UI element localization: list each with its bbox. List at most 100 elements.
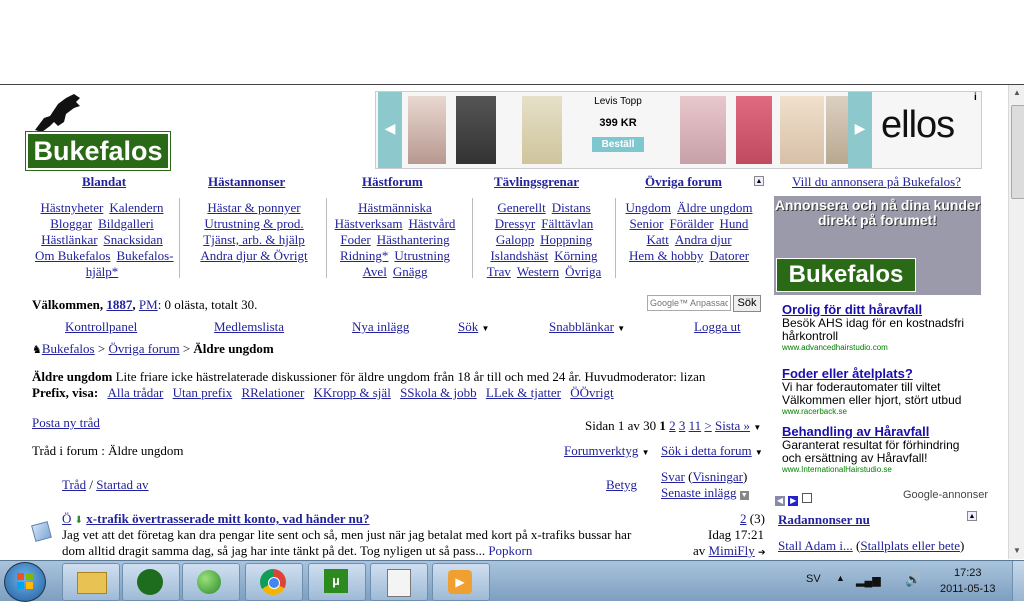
prefix-ovrigt[interactable]: ÖÖvrigt	[570, 385, 613, 400]
link-galopp[interactable]: Galopp	[496, 232, 534, 247]
nav-snabblankar[interactable]: Snabblänkar ▼	[549, 319, 625, 335]
link-om-bukefalos[interactable]: Om Bukefalos	[35, 248, 110, 263]
google-ad-title[interactable]: Foder eller åtelplats?	[782, 366, 982, 381]
link-snacksidan[interactable]: Snacksidan	[104, 232, 163, 247]
link-distans[interactable]: Distans	[552, 200, 591, 215]
ad-next-icon[interactable]: ▶	[848, 92, 872, 168]
ad-next-icon[interactable]: ▶	[788, 496, 799, 506]
link-western[interactable]: Western	[517, 264, 559, 279]
collapse-icon[interactable]: ▲	[754, 176, 764, 186]
link-andra-djur[interactable]: Andra djur	[675, 232, 732, 247]
breadcrumb-root[interactable]: Bukefalos	[42, 341, 95, 356]
link-hastnyheter[interactable]: Hästnyheter	[41, 200, 104, 215]
sort-replies[interactable]: Svar	[661, 469, 685, 484]
scroll-down-icon[interactable]: ▼	[1009, 543, 1024, 559]
page-2[interactable]: 2	[669, 418, 676, 433]
link-utrustning-prod[interactable]: Utrustning & prod.	[204, 216, 303, 231]
link-korning[interactable]: Körning	[554, 248, 597, 263]
ad-info-icon[interactable]: i	[974, 92, 977, 103]
sort-started[interactable]: Startad av	[96, 477, 148, 492]
link-aldre-ungdom[interactable]: Äldre ungdom	[677, 200, 752, 215]
prefix-skola[interactable]: SSkola & jobb	[400, 385, 477, 400]
page-11[interactable]: 11	[689, 418, 702, 433]
sort-desc-icon[interactable]: ▼	[739, 491, 749, 500]
ad-prev-icon[interactable]: ◀	[378, 92, 402, 168]
last-poster[interactable]: MimiFly	[709, 543, 755, 558]
link-bukefalos-hjalp-2[interactable]: hjälp*	[86, 264, 119, 279]
sort-last[interactable]: Senaste inlägg	[661, 485, 736, 500]
sidebar-ad[interactable]: Annonsera och nå dina kunder direkt på f…	[774, 196, 981, 295]
taskbar-notepad[interactable]	[370, 563, 428, 601]
show-hidden-icons[interactable]: ▲	[836, 573, 845, 583]
site-logo[interactable]: Bukefalos	[25, 131, 171, 171]
nav-sok[interactable]: Sök ▼	[458, 319, 489, 335]
page-last[interactable]: Sista »	[715, 418, 750, 433]
link-senior[interactable]: Senior	[630, 216, 664, 231]
search-input[interactable]	[647, 295, 731, 311]
go-last-icon[interactable]: ➔	[758, 547, 766, 557]
link-generellt[interactable]: Generellt	[497, 200, 545, 215]
nav-logga-ut[interactable]: Logga ut	[694, 319, 741, 335]
prefix-kropp[interactable]: KKropp & själ	[314, 385, 391, 400]
link-hastlankar[interactable]: Hästlänkar	[41, 232, 97, 247]
link-gnagg[interactable]: Gnägg	[393, 264, 428, 279]
radannonser-link[interactable]: Radannonser nu	[778, 512, 870, 528]
link-hastvard[interactable]: Hästvård	[408, 216, 455, 231]
link-hoppning[interactable]: Hoppning	[540, 232, 592, 247]
search-forum[interactable]: Sök i detta forum ▼	[661, 443, 763, 459]
google-ad-url[interactable]: www.InternationalHairstudio.se	[782, 465, 982, 474]
ad-buy-button[interactable]: Beställ	[591, 137, 645, 152]
advertise-link[interactable]: Vill du annonsera på Bukefalos?	[792, 174, 961, 190]
cat-header-blandat[interactable]: Blandat	[82, 174, 126, 190]
link-bildgalleri[interactable]: Bildgalleri	[98, 216, 154, 231]
link-foder[interactable]: Foder	[340, 232, 370, 247]
link-ungdom[interactable]: Ungdom	[626, 200, 672, 215]
link-avel[interactable]: Avel	[363, 264, 387, 279]
taskbar-utorrent[interactable]: µ	[308, 563, 366, 601]
search-button[interactable]: Sök	[733, 295, 761, 312]
ad-banner[interactable]: ◀ Levis Topp 399 KR Beställ ▶ ellos i	[375, 91, 982, 169]
link-andra-djur-ovrigt[interactable]: Andra djur & Övrigt	[200, 248, 307, 263]
google-ads-label[interactable]: Google-annonser	[903, 489, 988, 501]
forum-tools[interactable]: Forumverktyg ▼	[564, 443, 650, 459]
taskbar-spotify[interactable]	[122, 563, 180, 601]
link-ridning[interactable]: Ridning*	[340, 248, 388, 263]
nav-nya-inlagg[interactable]: Nya inlägg	[352, 319, 409, 335]
show-desktop-button[interactable]	[1012, 561, 1024, 601]
prefix-lek[interactable]: LLek & tjatter	[486, 385, 561, 400]
clock-time[interactable]: 17:23	[954, 567, 982, 579]
link-tjanst[interactable]: Tjänst, arb. & hjälp	[203, 232, 304, 247]
page-3[interactable]: 3	[679, 418, 686, 433]
nav-medlemslista[interactable]: Medlemslista	[214, 319, 284, 335]
link-dressyr[interactable]: Dressyr	[495, 216, 535, 231]
page-1[interactable]: 1	[659, 418, 666, 433]
link-hasthantering[interactable]: Hästhantering	[377, 232, 450, 247]
prefix-all[interactable]: Alla trådar	[107, 385, 163, 400]
cat-header-hastannonser[interactable]: Hästannonser	[208, 174, 285, 190]
stall-link[interactable]: Stall Adam i...	[778, 538, 853, 553]
vertical-scrollbar[interactable]: ▲ ▼	[1008, 85, 1024, 559]
link-foralder[interactable]: Förälder	[670, 216, 714, 231]
user-link[interactable]: 1887	[106, 297, 132, 312]
link-trav[interactable]: Trav	[487, 264, 511, 279]
start-button[interactable]	[4, 562, 46, 602]
pm-link[interactable]: PM	[139, 297, 158, 312]
ad-info-icon[interactable]	[801, 493, 812, 503]
cat-header-hastforum[interactable]: Hästforum	[362, 174, 423, 190]
google-ad-url[interactable]: www.racerback.se	[782, 407, 982, 416]
link-falttavlan[interactable]: Fälttävlan	[541, 216, 593, 231]
link-bukefalos-hjalp[interactable]: Bukefalos-	[116, 248, 173, 263]
google-ad-url[interactable]: www.advancedhairstudio.com	[782, 343, 982, 352]
thread-prefix[interactable]: Ö	[62, 511, 71, 526]
link-hastmanniska[interactable]: Hästmänniska	[358, 200, 432, 215]
volume-icon[interactable]: 🔊	[905, 572, 921, 588]
taskbar-messenger[interactable]	[182, 563, 240, 601]
link-hund[interactable]: Hund	[720, 216, 749, 231]
page-next[interactable]: >	[704, 418, 711, 433]
ad-prev-icon[interactable]: ◀	[775, 496, 785, 506]
cat-header-ovriga[interactable]: Övriga forum	[645, 174, 722, 190]
google-ad-3[interactable]: Behandling av Håravfall Garanterat resul…	[782, 424, 982, 474]
link-hem-hobby[interactable]: Hem & hobby	[629, 248, 703, 263]
link-utrustning[interactable]: Utrustning	[394, 248, 450, 263]
link-datorer[interactable]: Datorer	[709, 248, 749, 263]
